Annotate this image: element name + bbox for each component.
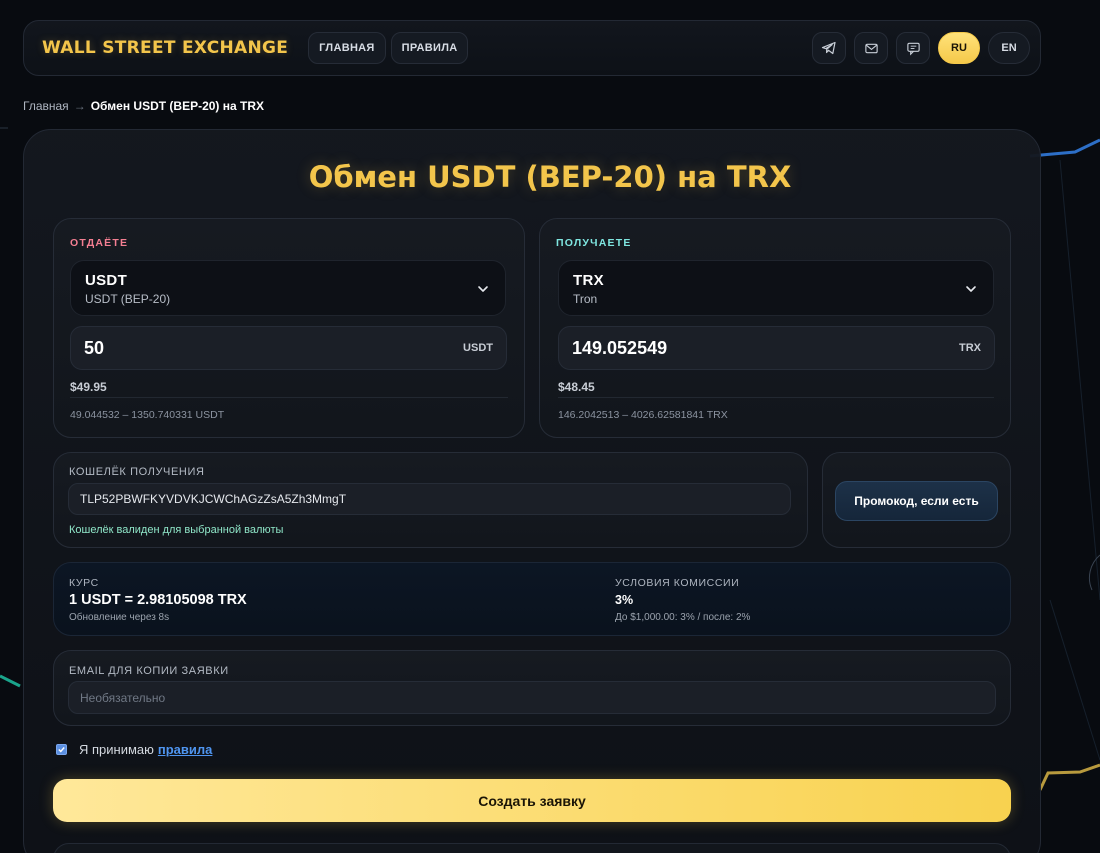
get-currency-network: Tron — [573, 292, 598, 306]
mail-button[interactable] — [854, 32, 888, 64]
page-title: Обмен USDT (BEP-20) на TRX — [308, 160, 792, 194]
header-actions: RU EN — [812, 32, 1030, 64]
terms-text: Я принимаю — [79, 742, 154, 757]
rate-value: 1 USDT = 2.98105098 TRX — [69, 592, 247, 608]
lang-en-button[interactable]: EN — [988, 32, 1030, 64]
promo-code-button[interactable]: Промокод, если есть — [835, 481, 998, 521]
nav-home-button[interactable]: ГЛАВНАЯ — [308, 32, 386, 64]
give-usd-value: $49.95 — [70, 380, 107, 394]
get-currency-code: TRX — [573, 272, 604, 289]
get-usd-value: $48.45 — [558, 380, 595, 394]
breadcrumb-home-link[interactable]: Главная — [23, 99, 69, 113]
give-panel: ОТДАЁТЕ USDT USDT (BEP-20) 50 USDT $49.9… — [53, 218, 525, 438]
wallet-panel: КОШЕЛЁК ПОЛУЧЕНИЯ TLP52PBWFKYVDVKJCWChAG… — [53, 452, 808, 548]
top-header: WALL STREET EXCHANGE ГЛАВНАЯ ПРАВИЛА RU … — [23, 20, 1041, 76]
terms-row: Я принимаю правила — [56, 742, 212, 757]
rate-label: КУРС — [69, 577, 99, 589]
breadcrumb-separator: → — [73, 99, 86, 113]
give-limits: 49.044532 – 1350.740331 USDT — [70, 409, 225, 421]
chevron-down-icon — [966, 286, 976, 292]
telegram-icon — [821, 41, 836, 55]
chevron-down-icon — [478, 286, 488, 292]
give-currency-select[interactable]: USDT USDT (BEP-20) — [70, 260, 506, 316]
get-limits: 146.2042513 – 4026.62581841 TRX — [558, 409, 728, 421]
breadcrumb-current: Обмен USDT (BEP-20) на TRX — [90, 99, 265, 113]
terms-rules-link[interactable]: правила — [158, 742, 213, 757]
fee-note: До $1,000.00: 3% / после: 2% — [615, 612, 751, 623]
give-currency-code: USDT — [85, 272, 128, 289]
fee-label: УСЛОВИЯ КОМИССИИ — [615, 577, 740, 589]
bottom-panel — [53, 843, 1011, 853]
email-label: EMAIL ДЛЯ КОПИИ ЗАЯВКИ — [69, 665, 229, 677]
chat-icon — [906, 42, 920, 55]
get-amount-value: 149.052549 — [572, 338, 668, 358]
rate-panel: КУРС 1 USDT = 2.98105098 TRX Обновление … — [53, 562, 1011, 636]
get-divider — [558, 397, 994, 398]
email-panel: EMAIL ДЛЯ КОПИИ ЗАЯВКИ Необязательно — [53, 650, 1011, 726]
get-currency-select[interactable]: TRX Tron — [558, 260, 994, 316]
mail-icon — [864, 43, 878, 53]
wallet-valid-message: Кошелёк валиден для выбранной валюты — [69, 524, 284, 536]
get-amount-unit: TRX — [959, 342, 981, 354]
create-order-button[interactable]: Создать заявку — [53, 779, 1011, 822]
breadcrumb: Главная → Обмен USDT (BEP-20) на TRX — [23, 99, 264, 113]
brand-logo[interactable]: WALL STREET EXCHANGE — [42, 38, 288, 58]
nav-rules-button[interactable]: ПРАВИЛА — [390, 32, 469, 64]
email-input[interactable]: Необязательно — [68, 681, 996, 714]
rate-update-timer: Обновление через 8s — [69, 612, 170, 623]
give-label: ОТДАЁТЕ — [70, 237, 129, 249]
promo-panel: Промокод, если есть — [822, 452, 1011, 548]
wallet-label: КОШЕЛЁК ПОЛУЧЕНИЯ — [69, 466, 205, 478]
get-amount-input[interactable]: 149.052549 TRX — [558, 326, 995, 370]
chat-button[interactable] — [896, 32, 930, 64]
wallet-address-input[interactable]: TLP52PBWFKYVDVKJCWChAGzZsA5Zh3MmgT — [68, 483, 791, 515]
lang-ru-button[interactable]: RU — [938, 32, 980, 64]
give-divider — [70, 397, 508, 398]
give-currency-network: USDT (BEP-20) — [85, 292, 171, 306]
get-label: ПОЛУЧАЕТЕ — [556, 237, 632, 249]
get-panel: ПОЛУЧАЕТЕ TRX Tron 149.052549 TRX $48.45… — [539, 218, 1011, 438]
give-amount-unit: USDT — [463, 342, 493, 354]
give-amount-value: 50 — [84, 338, 105, 358]
fee-value: 3% — [615, 593, 634, 607]
give-amount-input[interactable]: 50 USDT — [70, 326, 507, 370]
checkmark-icon — [58, 747, 65, 753]
telegram-button[interactable] — [812, 32, 846, 64]
terms-checkbox[interactable] — [56, 744, 67, 755]
